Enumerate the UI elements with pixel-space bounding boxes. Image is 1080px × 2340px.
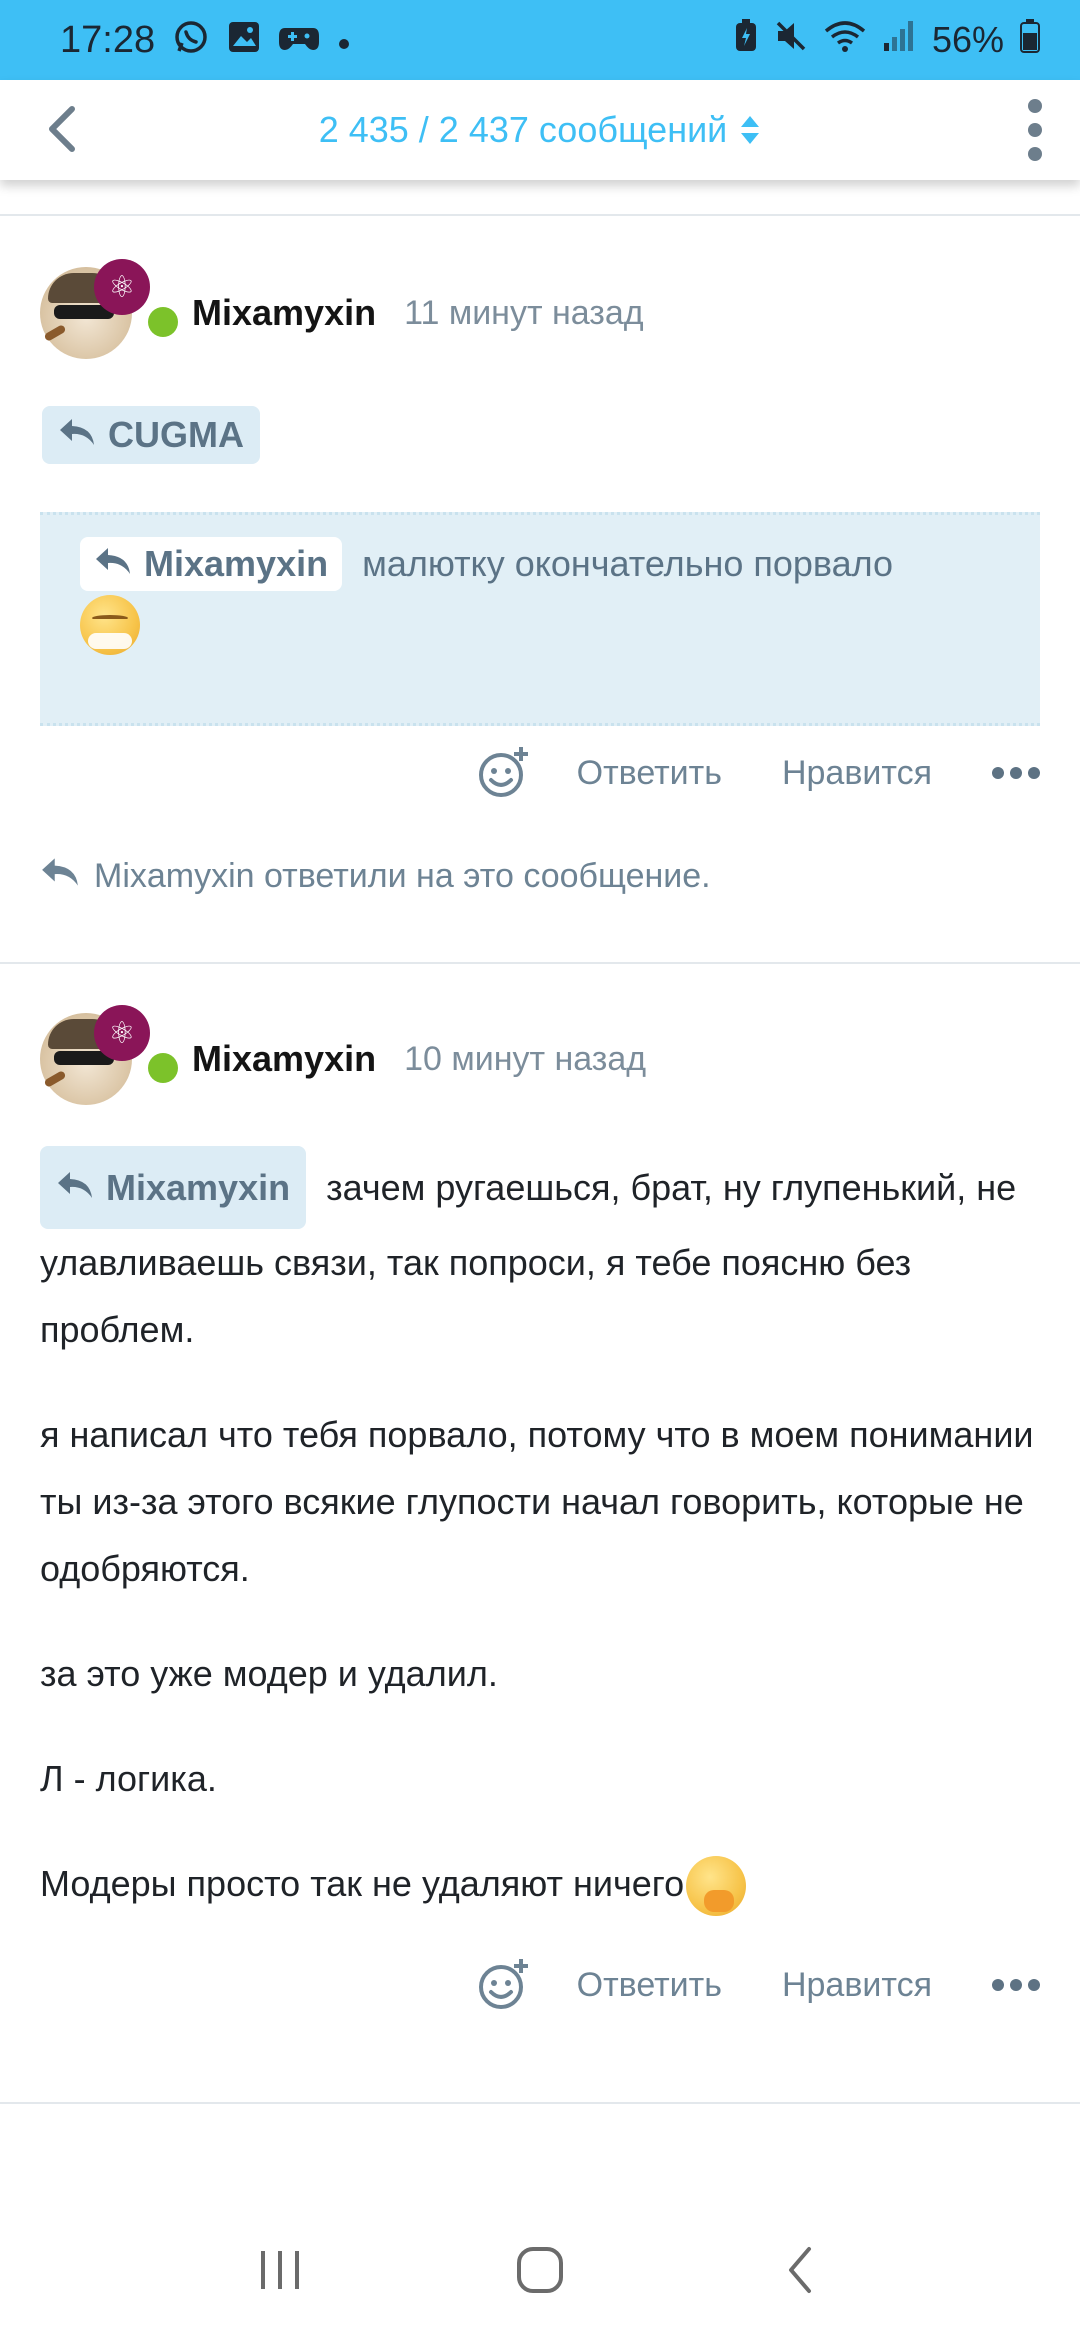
post-paragraph: за это уже модер и удалил. <box>40 1653 498 1694</box>
reply-arrow-icon <box>56 1154 94 1221</box>
app-header: 2 435 / 2 437 сообщений <box>0 80 1080 180</box>
kebab-dot <box>1028 123 1042 137</box>
username[interactable]: Mixamyxin <box>192 292 376 334</box>
post-actions: Ответить Нравится <box>477 738 1040 808</box>
avatar[interactable]: ⚛ <box>40 1005 178 1105</box>
online-indicator <box>148 307 178 337</box>
post: ⚛ Mixamyxin 10 минут назад Mixamyxin зач… <box>0 1004 1080 2104</box>
reply-arrow-icon <box>40 856 80 897</box>
reply-button[interactable]: Ответить <box>577 754 722 793</box>
whatsapp-icon <box>173 19 209 61</box>
post-actions: Ответить Нравится <box>477 1950 1040 2020</box>
divider <box>0 962 1080 964</box>
battery-icon <box>1020 18 1040 62</box>
hand-over-mouth-emoji-icon <box>686 1856 747 1917</box>
reply-to-name: CUGMA <box>108 414 244 455</box>
status-right: 56% <box>734 18 1040 62</box>
recent-apps-icon <box>261 2251 299 2289</box>
message-counter[interactable]: 2 435 / 2 437 сообщений <box>319 109 762 151</box>
post-paragraph: Модеры просто так не удаляют ничего <box>40 1850 1040 1917</box>
more-actions-icon[interactable] <box>992 767 1040 779</box>
mute-icon <box>774 19 808 62</box>
quote-text: малютку окончательно порвало <box>362 543 894 584</box>
back-icon <box>789 2247 811 2293</box>
reply-arrow-icon <box>58 414 96 456</box>
recent-apps-button[interactable] <box>235 2225 325 2315</box>
divider <box>0 2102 1080 2104</box>
reply-to-tag[interactable]: Mixamyxin <box>40 1146 307 1229</box>
steam-face-emoji-icon <box>80 595 140 655</box>
kebab-dot <box>1028 99 1042 113</box>
reply-arrow-icon <box>94 543 132 585</box>
post-paragraph: Mixamyxin зачем ругаешься, брат, ну глуп… <box>40 1146 1040 1363</box>
signal-icon <box>882 19 916 62</box>
replied-note-text: Mixamyxin ответили на это сообщение. <box>94 857 711 895</box>
status-time: 17:28 <box>60 18 156 61</box>
gallery-icon <box>227 20 261 60</box>
post-header: ⚛ Mixamyxin 11 минут назад <box>40 258 644 368</box>
like-button[interactable]: Нравится <box>782 754 932 793</box>
more-menu-button[interactable] <box>1020 90 1050 170</box>
status-bar: 17:28 56% <box>0 0 1080 80</box>
more-actions-icon[interactable] <box>992 1979 1040 1991</box>
home-button[interactable] <box>495 2225 585 2315</box>
post-time[interactable]: 10 минут назад <box>404 1040 646 1079</box>
system-back-button[interactable] <box>755 2225 845 2315</box>
battery-percent: 56% <box>931 19 1004 60</box>
chevron-left-icon <box>49 106 75 152</box>
post-paragraph: я написал что тебя порвало, потому что в… <box>40 1414 1034 1589</box>
kebab-dot <box>1028 147 1042 161</box>
atom-badge-icon: ⚛ <box>94 1005 150 1061</box>
home-icon <box>517 2247 563 2293</box>
post-header: ⚛ Mixamyxin 10 минут назад <box>40 1004 646 1114</box>
dot-icon <box>337 23 351 57</box>
username[interactable]: Mixamyxin <box>192 1038 376 1080</box>
system-nav-bar <box>0 2200 1080 2340</box>
sort-updown-icon <box>741 116 760 144</box>
atom-badge-icon: ⚛ <box>94 259 150 315</box>
post: ⚛ Mixamyxin 11 минут назад CUGMA Mixamyx… <box>0 258 1080 958</box>
quote-block: Mixamyxin малютку окончательно порвало <box>40 512 1040 726</box>
game-controller-icon <box>279 22 320 58</box>
reply-to-name: Mixamyxin <box>106 1167 291 1208</box>
reply-to-tag[interactable]: CUGMA <box>42 406 260 464</box>
wifi-icon <box>824 19 866 62</box>
online-indicator <box>148 1053 178 1083</box>
avatar[interactable]: ⚛ <box>40 259 178 359</box>
add-reaction-icon[interactable] <box>477 1957 533 2013</box>
reply-to[interactable]: CUGMA <box>42 406 260 464</box>
quote-author[interactable]: Mixamyxin <box>80 537 343 591</box>
quote-author-name: Mixamyxin <box>144 543 329 584</box>
paragraph-text: Модеры просто так не удаляют ничего <box>40 1863 685 1904</box>
battery-saver-icon <box>734 18 758 62</box>
reply-button[interactable]: Ответить <box>577 1966 722 2005</box>
add-reaction-icon[interactable] <box>477 745 533 801</box>
post-time[interactable]: 11 минут назад <box>404 294 644 333</box>
post-paragraph: Л - логика. <box>40 1758 217 1799</box>
post-body: Mixamyxin зачем ругаешься, брат, ну глуп… <box>40 1146 1040 1955</box>
back-button[interactable] <box>32 94 92 164</box>
divider <box>0 214 1080 216</box>
replied-note[interactable]: Mixamyxin ответили на это сообщение. <box>40 856 711 897</box>
message-counter-label: 2 435 / 2 437 сообщений <box>318 109 728 150</box>
like-button[interactable]: Нравится <box>782 1966 932 2005</box>
